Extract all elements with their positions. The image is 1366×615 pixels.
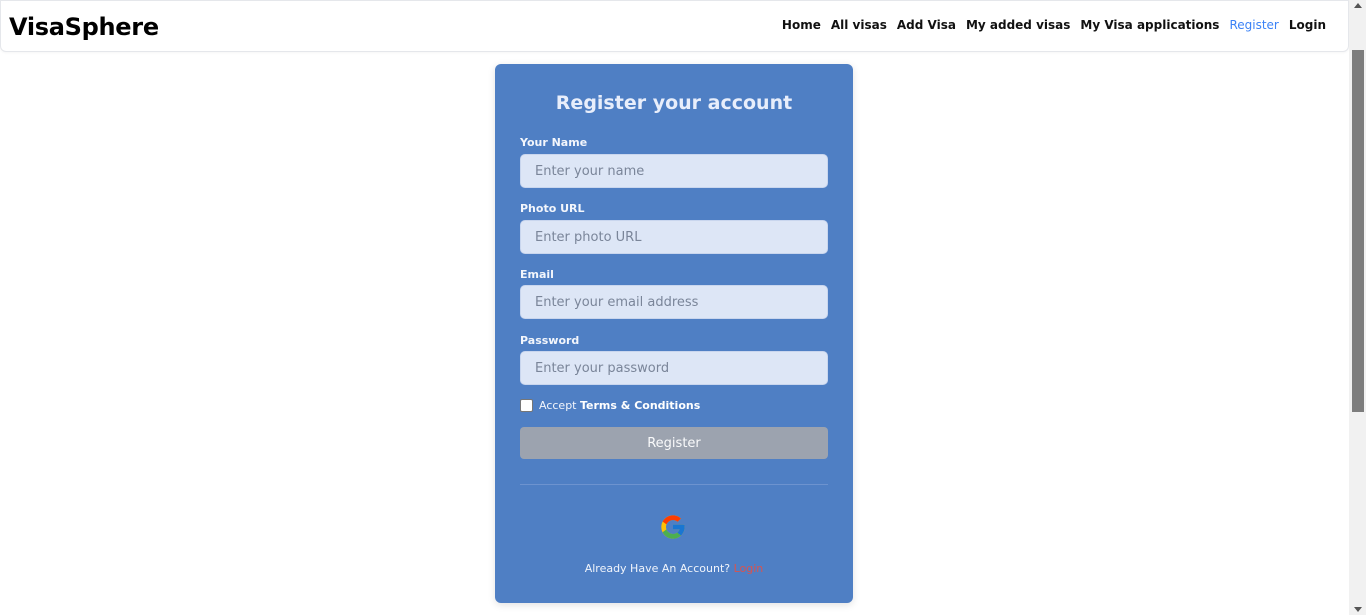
password-label: Password (520, 334, 580, 347)
brand-logo[interactable]: VisaSphere (9, 13, 159, 41)
navbar: VisaSphere Home All visas Add Visa My ad… (0, 0, 1349, 52)
terms-row: Accept Terms & Conditions (520, 399, 700, 412)
terms-link[interactable]: Terms & Conditions (580, 399, 700, 412)
terms-prefix: Accept (539, 399, 577, 412)
scroll-down-arrow-icon[interactable] (1354, 607, 1362, 612)
terms-text: Accept Terms & Conditions (539, 399, 700, 412)
form-title: Register your account (555, 92, 793, 114)
nav-links: Home All visas Add Visa My added visas M… (782, 18, 1326, 32)
terms-checkbox[interactable] (520, 399, 533, 412)
scrollbar-thumb[interactable] (1352, 50, 1364, 412)
nav-all-visas[interactable]: All visas (831, 18, 887, 32)
name-input[interactable] (520, 154, 828, 188)
photo-url-label: Photo URL (520, 202, 585, 215)
email-label: Email (520, 268, 554, 281)
nav-my-visa-applications[interactable]: My Visa applications (1080, 18, 1219, 32)
nav-register[interactable]: Register (1229, 18, 1278, 32)
email-input[interactable] (520, 285, 828, 319)
register-button[interactable]: Register (520, 427, 828, 459)
nav-login[interactable]: Login (1289, 18, 1326, 32)
scroll-up-arrow-icon[interactable] (1354, 3, 1362, 8)
login-prompt-text: Already Have An Account? (584, 562, 731, 575)
password-input[interactable] (520, 351, 828, 385)
nav-add-visa[interactable]: Add Visa (897, 18, 956, 32)
register-card: Register your account Your Name Photo UR… (495, 64, 853, 603)
photo-url-input[interactable] (520, 220, 828, 254)
divider (520, 484, 828, 485)
nav-my-added-visas[interactable]: My added visas (966, 18, 1070, 32)
name-label: Your Name (520, 136, 588, 149)
login-link[interactable]: Login (734, 562, 764, 575)
google-icon[interactable] (659, 513, 687, 541)
scrollbar[interactable] (1349, 0, 1366, 615)
login-prompt: Already Have An Account? Login (495, 562, 853, 575)
nav-home[interactable]: Home (782, 18, 821, 32)
